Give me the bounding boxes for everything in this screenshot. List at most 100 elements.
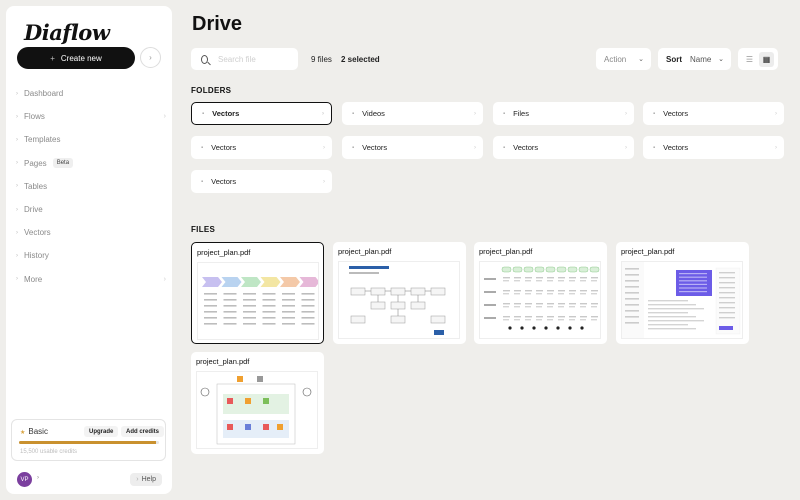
folder-item[interactable]: ▪ Vectors › — [191, 136, 332, 159]
credits-progress-bar — [19, 441, 159, 444]
folder-menu-icon[interactable]: › — [474, 145, 476, 151]
file-card[interactable]: project_plan.pdf — [191, 352, 324, 454]
sidebar-nav: › Dashboard › Flows › › Templates › Page… — [16, 82, 166, 291]
sidebar-item-label: Pages — [24, 158, 47, 168]
folder-name: Vectors — [211, 177, 237, 186]
file-name: project_plan.pdf — [338, 247, 392, 256]
file-count: 9 files — [311, 55, 332, 64]
plan-name: ★ Basic — [20, 427, 48, 436]
app-logo[interactable]: Diaflow — [24, 20, 110, 45]
folder-item[interactable]: ▪ Vectors › — [342, 136, 483, 159]
sort-dropdown[interactable]: Sort Name ⌄ — [658, 48, 731, 70]
nav-chevron-icon: › — [16, 113, 18, 120]
file-name: project_plan.pdf — [621, 247, 675, 256]
file-name: project_plan.pdf — [479, 247, 533, 256]
create-new-button[interactable]: + Create new — [17, 47, 135, 69]
sidebar-item-pages[interactable]: › Pages Beta — [16, 152, 166, 175]
file-card[interactable]: project_plan.pdf — [191, 242, 324, 344]
folder-menu-icon[interactable]: › — [323, 145, 325, 151]
sidebar-item-more[interactable]: › More › — [16, 268, 166, 291]
folder-menu-icon[interactable]: › — [625, 145, 627, 151]
action-label: Action — [604, 54, 627, 64]
usable-credits-text: 15,500 usable credits — [20, 449, 78, 455]
avatar[interactable]: VP — [17, 472, 32, 487]
plus-icon: + — [50, 53, 55, 63]
upgrade-button[interactable]: Upgrade — [84, 426, 119, 437]
folder-name: Vectors — [211, 143, 237, 152]
sidebar-item-label: Flows — [24, 112, 45, 122]
file-card[interactable]: project_plan.pdf — [616, 242, 749, 344]
folder-item[interactable]: ▪ Files › — [493, 102, 634, 125]
sidebar-item-flows[interactable]: › Flows › — [16, 105, 166, 128]
folder-item[interactable]: ▪ Vectors › — [191, 170, 332, 193]
folder-item[interactable]: ▪ Vectors › — [643, 136, 784, 159]
file-thumbnail — [338, 261, 460, 339]
folder-menu-icon[interactable]: › — [625, 111, 627, 117]
folder-icon: ▪ — [352, 144, 355, 151]
folder-name: Vectors — [663, 143, 689, 152]
file-thumbnail — [621, 261, 743, 339]
search-icon — [201, 54, 208, 64]
file-card[interactable]: project_plan.pdf — [333, 242, 466, 344]
folder-icon: ▪ — [653, 144, 656, 151]
folder-menu-icon[interactable]: › — [323, 179, 325, 185]
grid-view-button[interactable]: ▦ — [759, 51, 774, 67]
files-heading: FILES — [191, 225, 216, 234]
folder-name: Vectors — [513, 143, 539, 152]
search-box[interactable] — [191, 48, 298, 70]
folder-item[interactable]: ▪ Videos › — [342, 102, 483, 125]
folder-menu-icon[interactable]: › — [775, 111, 777, 117]
folder-icon: ▪ — [201, 144, 204, 151]
sidebar-item-label: Templates — [24, 135, 61, 145]
folder-menu-icon[interactable]: › — [474, 111, 476, 117]
plan-star-icon: ★ — [20, 430, 26, 436]
action-dropdown[interactable]: Action ⌄ — [596, 48, 651, 70]
search-input[interactable] — [218, 54, 298, 64]
file-card[interactable]: project_plan.pdf — [474, 242, 607, 344]
help-button[interactable]: › Help — [130, 473, 162, 486]
sort-value: Name — [690, 54, 712, 64]
view-toggle: ☰ ▦ — [738, 48, 778, 70]
nav-chevron-icon: › — [16, 229, 18, 236]
sidebar-item-label: Drive — [24, 205, 43, 215]
plan-card: ★ Basic Upgrade Add credits 15,500 usable… — [11, 419, 166, 461]
sidebar-item-label: More — [24, 274, 43, 284]
user-menu-chevron-icon[interactable]: › — [37, 475, 39, 481]
folder-icon: ▪ — [201, 178, 204, 185]
credits-progress-fill — [19, 441, 157, 444]
folder-icon: ▪ — [352, 110, 355, 117]
file-thumbnail — [479, 261, 601, 339]
list-view-button[interactable]: ☰ — [742, 52, 757, 67]
sidebar-item-vectors[interactable]: › Vectors — [16, 221, 166, 244]
folder-item[interactable]: ▪ Vectors › — [493, 136, 634, 159]
plan-name-label: Basic — [28, 427, 48, 436]
sidebar-item-tables[interactable]: › Tables — [16, 175, 166, 198]
folder-menu-icon[interactable]: › — [322, 111, 324, 117]
sidebar-item-templates[interactable]: › Templates — [16, 128, 166, 151]
grid-view-icon: ▦ — [762, 54, 771, 64]
nav-chevron-icon: › — [16, 136, 18, 143]
user-menu-row: VP › › Help — [11, 468, 166, 490]
sort-label: Sort — [666, 54, 682, 64]
chevron-down-icon: ⌄ — [718, 56, 724, 63]
sidebar-item-dashboard[interactable]: › Dashboard — [16, 82, 166, 105]
sidebar-item-history[interactable]: › History — [16, 244, 166, 267]
folder-item[interactable]: ▪ Vectors › — [191, 102, 332, 125]
nav-chevron-icon: › — [16, 276, 18, 283]
add-credits-button[interactable]: Add credits — [121, 426, 165, 437]
folder-item[interactable]: ▪ Vectors › — [643, 102, 784, 125]
create-new-label: Create new — [60, 53, 102, 63]
create-more-button[interactable]: › — [140, 47, 161, 68]
file-thumbnail — [196, 371, 318, 449]
nav-chevron-icon: › — [16, 183, 18, 190]
file-thumbnail — [197, 262, 319, 340]
page-title: Drive — [192, 13, 243, 35]
sidebar-item-drive[interactable]: › Drive — [16, 198, 166, 221]
file-name: project_plan.pdf — [196, 357, 250, 366]
folder-menu-icon[interactable]: › — [775, 145, 777, 151]
sidebar-item-label: History — [24, 251, 49, 261]
folder-icon: ▪ — [503, 110, 506, 117]
help-chevron-icon: › — [136, 476, 139, 483]
folder-name: Videos — [362, 109, 385, 118]
chevron-right-icon: › — [149, 53, 152, 62]
